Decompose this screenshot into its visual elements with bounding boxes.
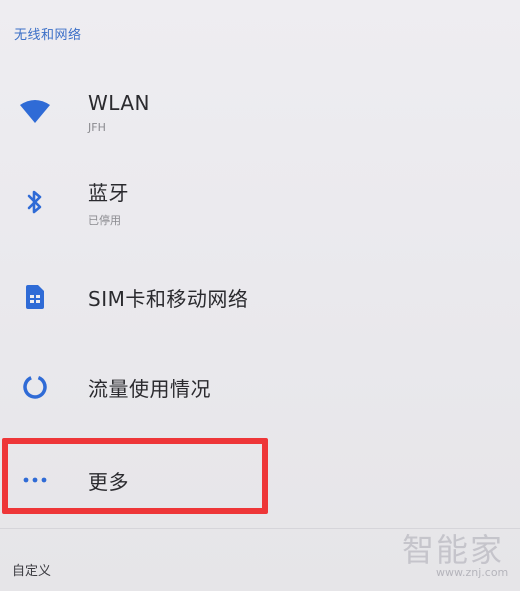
wlan-subtitle: JFH [88, 120, 106, 134]
settings-item-data-usage[interactable]: 流量使用情况 [0, 362, 520, 412]
watermark-text: 智能家 [402, 531, 505, 569]
settings-item-wlan[interactable]: WLAN JFH [0, 82, 520, 142]
bluetooth-subtitle: 已停用 [88, 213, 121, 227]
red-highlight-box [2, 438, 268, 514]
footer-label: 自定义 [12, 564, 52, 579]
section-header: 无线和网络 [14, 28, 82, 43]
bluetooth-icon [18, 185, 52, 219]
wlan-title: WLAN [88, 90, 151, 115]
watermark-url: www.znj.com [436, 566, 509, 579]
wifi-icon [18, 95, 52, 129]
settings-item-bluetooth[interactable]: 蓝牙 已停用 [0, 172, 520, 232]
bluetooth-title: 蓝牙 [88, 180, 129, 205]
data-usage-title: 流量使用情况 [88, 376, 211, 401]
settings-item-sim[interactable]: SIM卡和移动网络 [0, 272, 520, 322]
sim-title: SIM卡和移动网络 [88, 286, 249, 311]
sim-card-icon [18, 280, 52, 314]
data-usage-icon [18, 370, 52, 404]
